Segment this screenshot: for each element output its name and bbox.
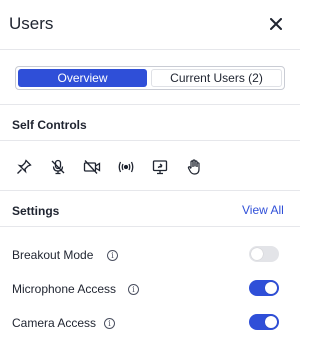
info-icon[interactable]: i (107, 250, 118, 261)
breakout-mode-toggle[interactable] (249, 246, 279, 262)
tab-current-users[interactable]: Current Users (2) (151, 69, 282, 87)
close-button[interactable] (266, 14, 286, 34)
settings-title: Settings (12, 204, 60, 218)
close-icon (270, 18, 282, 30)
broadcast-button[interactable] (116, 157, 136, 177)
self-controls-divider (0, 140, 300, 141)
camera-access-toggle[interactable] (249, 314, 279, 330)
self-controls-bar (14, 157, 218, 177)
tab-overview[interactable]: Overview (18, 69, 147, 87)
broadcast-icon (118, 161, 134, 173)
setting-row-breakout-mode: Breakout Mode i (0, 245, 300, 265)
mic-off-icon (51, 159, 65, 175)
share-screen-button[interactable] (150, 157, 170, 177)
raise-hand-button[interactable] (184, 157, 204, 177)
raise-hand-icon (187, 159, 200, 175)
setting-label: Microphone Access (12, 282, 117, 296)
camera-off-icon (83, 160, 101, 174)
self-controls-title: Self Controls (12, 118, 87, 132)
controls-divider (0, 190, 300, 191)
camera-toggle-button[interactable] (82, 157, 102, 177)
settings-divider (0, 226, 300, 227)
mute-mic-button[interactable] (48, 157, 68, 177)
pin-button[interactable] (14, 157, 34, 177)
pin-icon (17, 159, 32, 174)
toggle-knob (251, 248, 263, 260)
tabs-divider (0, 104, 300, 105)
setting-label: Breakout Mode (12, 248, 94, 262)
view-tabs: Overview Current Users (2) (15, 66, 285, 90)
view-all-link[interactable]: View All (242, 203, 284, 217)
setting-row-microphone-access: Microphone Access i (0, 279, 300, 299)
setting-row-camera-access: Camera Access i (0, 313, 300, 333)
users-panel: Users Overview Current Users (2) Self Co… (0, 0, 300, 346)
setting-label: Camera Access (12, 316, 97, 330)
info-icon[interactable]: i (104, 318, 115, 329)
toggle-knob (265, 316, 277, 328)
header-divider (0, 49, 300, 50)
panel-header: Users (0, 0, 300, 50)
share-screen-icon (152, 160, 168, 175)
info-icon[interactable]: i (128, 284, 139, 295)
toggle-knob (265, 282, 277, 294)
microphone-access-toggle[interactable] (249, 280, 279, 296)
panel-title: Users (9, 14, 54, 33)
